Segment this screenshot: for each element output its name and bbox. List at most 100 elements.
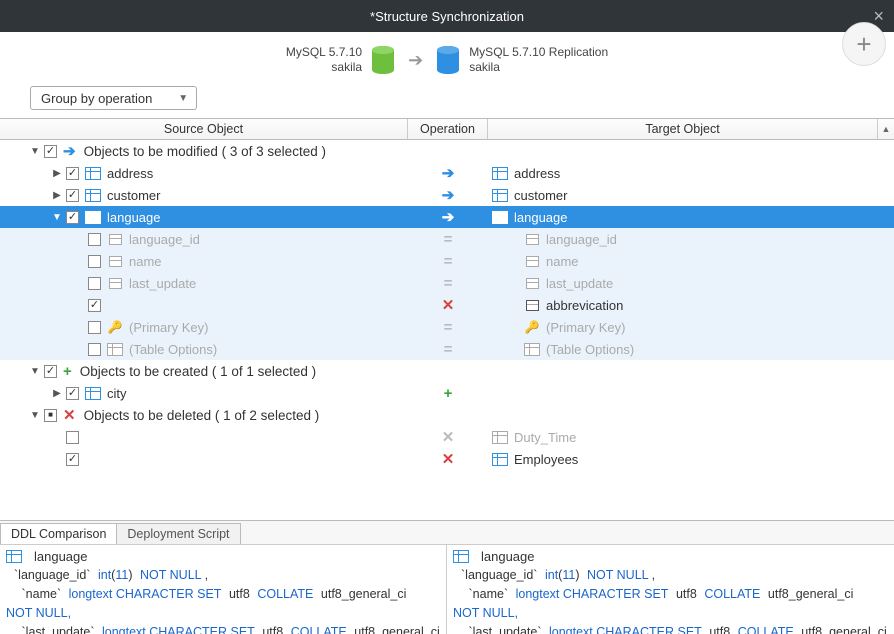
col-source[interactable]: Source Object xyxy=(0,119,408,139)
expand-icon[interactable]: ▼ xyxy=(28,364,42,378)
column-icon xyxy=(526,300,539,311)
delete-icon: ✕ xyxy=(408,428,488,446)
column-row[interactable]: name = name xyxy=(0,250,894,272)
column-icon xyxy=(526,234,539,245)
add-button[interactable]: + xyxy=(842,22,886,66)
window-title: *Structure Synchronization xyxy=(370,9,524,24)
table-icon xyxy=(85,387,101,400)
delete-icon: ✕ xyxy=(408,296,488,314)
col-target[interactable]: Target Object xyxy=(488,119,878,139)
title-bar: *Structure Synchronization × xyxy=(0,0,894,32)
checkbox[interactable] xyxy=(88,233,101,246)
equals-icon: = xyxy=(408,275,488,292)
column-row[interactable]: ✕ abbrevication xyxy=(0,294,894,316)
column-row[interactable]: language_id = language_id xyxy=(0,228,894,250)
column-row[interactable]: (Table Options) = (Table Options) xyxy=(0,338,894,360)
table-icon xyxy=(107,343,123,356)
col-operation[interactable]: Operation xyxy=(408,119,488,139)
arrow-right-icon: ➔ xyxy=(408,50,423,71)
checkbox[interactable] xyxy=(66,167,79,180)
plus-icon: + xyxy=(63,363,72,380)
expand-icon[interactable]: ▶ xyxy=(50,386,64,400)
checkbox[interactable] xyxy=(44,365,57,378)
table-row[interactable]: ✕ Employees xyxy=(0,448,894,470)
table-icon xyxy=(492,453,508,466)
checkbox[interactable] xyxy=(88,277,101,290)
group-by-dropdown[interactable]: Group by operation ▼ xyxy=(30,86,197,110)
checkbox[interactable] xyxy=(88,343,101,356)
column-icon xyxy=(109,278,122,289)
table-row-selected[interactable]: ▼language ➔ language xyxy=(0,206,894,228)
ddl-comparison-panel: language `language_id` int(11) NOT NULL … xyxy=(0,544,894,634)
equals-icon: = xyxy=(408,231,488,248)
equals-icon: = xyxy=(408,341,488,358)
arrow-right-icon: ➔ xyxy=(408,164,488,182)
database-icon xyxy=(437,46,459,74)
group-deleted[interactable]: ▼✕Objects to be deleted ( 1 of 2 selecte… xyxy=(0,404,894,426)
delete-icon: ✕ xyxy=(408,450,488,468)
connection-header: MySQL 5.7.10 sakila ➔ MySQL 5.7.10 Repli… xyxy=(0,38,894,82)
table-icon xyxy=(492,431,508,444)
table-icon xyxy=(492,211,508,224)
column-icon xyxy=(109,256,122,267)
checkbox[interactable] xyxy=(66,453,79,466)
checkbox[interactable] xyxy=(44,409,57,422)
table-icon xyxy=(524,343,540,356)
scroll-up-icon[interactable]: ▲ xyxy=(878,119,894,139)
grid-header: Source Object Operation Target Object ▲ xyxy=(0,118,894,140)
column-icon xyxy=(109,234,122,245)
database-icon xyxy=(372,46,394,74)
key-icon: 🔑 xyxy=(524,320,540,334)
delete-icon: ✕ xyxy=(63,406,76,424)
bottom-tabs: DDL Comparison Deployment Script xyxy=(0,520,894,544)
expand-icon[interactable]: ▶ xyxy=(50,166,64,180)
table-row[interactable]: ✕ Duty_Time xyxy=(0,426,894,448)
chevron-down-icon: ▼ xyxy=(178,93,188,104)
close-icon[interactable]: × xyxy=(873,6,884,27)
source-engine: MySQL 5.7.10 xyxy=(286,45,362,60)
table-icon xyxy=(85,189,101,202)
checkbox[interactable] xyxy=(66,211,79,224)
tab-deployment-script[interactable]: Deployment Script xyxy=(117,523,240,544)
table-row[interactable]: ▶address ➔ address xyxy=(0,162,894,184)
arrow-right-icon: ➔ xyxy=(408,208,488,226)
target-engine: MySQL 5.7.10 Replication xyxy=(469,45,608,60)
table-row[interactable]: ▶customer ➔ customer xyxy=(0,184,894,206)
expand-icon[interactable]: ▼ xyxy=(28,408,42,422)
arrow-right-icon: ➔ xyxy=(63,142,76,160)
plus-icon: + xyxy=(408,385,488,402)
comparison-tree[interactable]: ▼➔Objects to be modified ( 3 of 3 select… xyxy=(0,140,894,520)
table-icon xyxy=(492,189,508,202)
checkbox[interactable] xyxy=(66,189,79,202)
key-icon: 🔑 xyxy=(107,320,123,334)
expand-icon[interactable]: ▼ xyxy=(28,144,42,158)
column-icon xyxy=(526,256,539,267)
group-created[interactable]: ▼+Objects to be created ( 1 of 1 selecte… xyxy=(0,360,894,382)
ddl-target-pane[interactable]: language `language_id` int(11) NOT NULL … xyxy=(447,545,894,634)
source-db: sakila xyxy=(286,60,362,75)
checkbox[interactable] xyxy=(44,145,57,158)
checkbox[interactable] xyxy=(88,299,101,312)
checkbox[interactable] xyxy=(66,431,79,444)
checkbox[interactable] xyxy=(88,255,101,268)
table-row[interactable]: ▶city + xyxy=(0,382,894,404)
column-icon xyxy=(526,278,539,289)
arrow-right-icon: ➔ xyxy=(408,186,488,204)
table-icon xyxy=(85,167,101,180)
column-row[interactable]: 🔑(Primary Key) = 🔑(Primary Key) xyxy=(0,316,894,338)
table-icon xyxy=(6,550,22,563)
equals-icon: = xyxy=(408,319,488,336)
target-db: sakila xyxy=(469,60,608,75)
equals-icon: = xyxy=(408,253,488,270)
collapse-icon[interactable]: ▼ xyxy=(50,210,64,224)
table-icon xyxy=(453,550,469,563)
column-row[interactable]: last_update = last_update xyxy=(0,272,894,294)
table-icon xyxy=(85,211,101,224)
table-icon xyxy=(492,167,508,180)
checkbox[interactable] xyxy=(88,321,101,334)
ddl-source-pane[interactable]: language `language_id` int(11) NOT NULL … xyxy=(0,545,447,634)
tab-ddl-comparison[interactable]: DDL Comparison xyxy=(0,523,117,544)
group-modified[interactable]: ▼➔Objects to be modified ( 3 of 3 select… xyxy=(0,140,894,162)
expand-icon[interactable]: ▶ xyxy=(50,188,64,202)
checkbox[interactable] xyxy=(66,387,79,400)
